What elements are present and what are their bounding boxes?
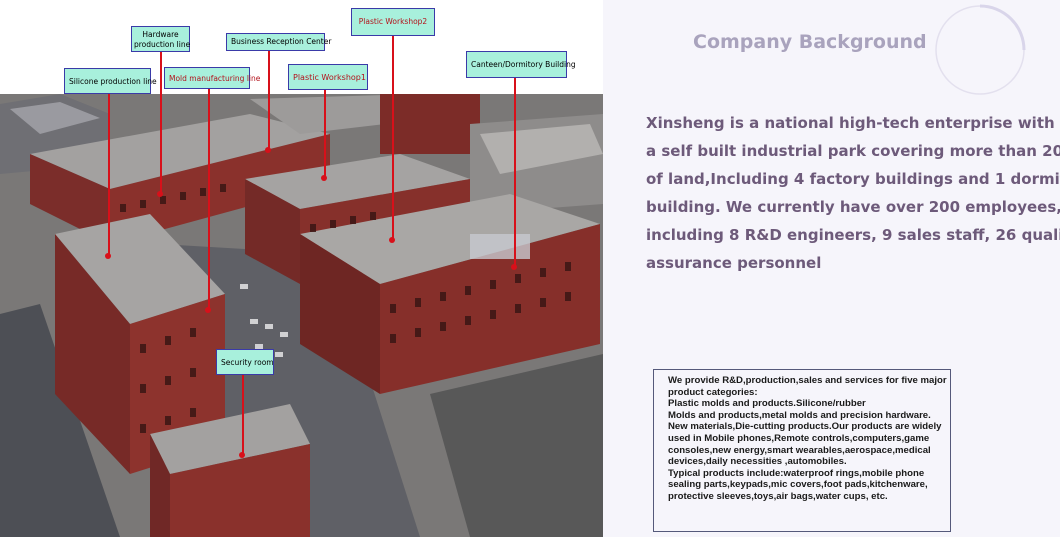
pointer-dot-canteen	[511, 264, 517, 270]
products-line: devices,daily necessities ,automobiles.	[668, 456, 847, 468]
factory-illustration	[0, 94, 603, 537]
pointer-line-mold	[208, 89, 210, 310]
pointer-line-plastic1	[324, 90, 326, 178]
label-hardware-line2: production line	[134, 40, 191, 49]
background-line: a self built industrial park covering mo…	[646, 142, 1060, 160]
label-business-reception-center: Business Reception Center	[226, 33, 331, 51]
label-plastic2-text: Plastic Workshop2	[358, 17, 428, 26]
pointer-dot-plastic1	[321, 175, 327, 181]
factory-aerial-photo	[0, 94, 603, 537]
background-line: building. We currently have over 200 emp…	[646, 198, 1060, 216]
label-business-text: Business Reception Center	[231, 37, 332, 46]
decorative-circle-icon	[935, 4, 1026, 95]
pointer-dot-silicone	[105, 253, 111, 259]
background-line: of land,Including 4 factory buildings an…	[646, 170, 1060, 188]
company-background-text: Xinsheng is a national high-tech enterpr…	[646, 109, 1060, 277]
label-silicone-text: Silicone production line	[69, 77, 157, 86]
label-plastic-workshop1: Plastic Workshop1	[288, 64, 368, 90]
pointer-dot-mold	[205, 307, 211, 313]
products-line: product categories:	[668, 386, 758, 398]
pointer-dot-business	[265, 147, 271, 153]
pointer-line-security	[242, 375, 244, 455]
background-line: Xinsheng is a national high-tech enterpr…	[646, 114, 1055, 132]
pointer-dot-hardware	[157, 191, 163, 197]
products-line: protective sleeves,toys,air bags,water c…	[668, 490, 888, 502]
products-line: Typical products include:waterproof ring…	[668, 467, 925, 479]
label-security-text: Security room	[221, 358, 274, 367]
label-security-room: Security room	[216, 349, 274, 375]
pointer-line-silicone	[108, 94, 110, 256]
page-title: Company Background	[693, 31, 927, 53]
label-silicone-production-line: Silicone production line	[64, 68, 157, 94]
products-line: used in Mobile phones,Remote controls,co…	[668, 432, 930, 444]
pointer-dot-plastic2	[389, 237, 395, 243]
pointer-line-hardware	[160, 52, 162, 194]
products-line: Plastic molds and products.Silicone/rubb…	[668, 398, 866, 410]
background-line: including 8 R&D engineers, 9 sales staff…	[646, 226, 1060, 244]
pointer-line-canteen	[514, 78, 516, 267]
label-hardware-line1: Hardware	[142, 30, 179, 39]
label-mold-text: Mold manufacturing line	[169, 74, 261, 83]
label-canteen-text: Canteen/Dormitory Building	[471, 60, 576, 69]
background-line: assurance personnel	[646, 254, 822, 272]
products-line: Molds and products,metal molds and preci…	[668, 409, 931, 421]
label-plastic1-text: Plastic Workshop1	[293, 73, 366, 82]
products-line: We provide R&D,production,sales and serv…	[668, 375, 947, 386]
pointer-line-business	[268, 51, 270, 150]
products-line: sealing parts,keypads,mic covers,foot pa…	[668, 479, 928, 491]
products-line: New materials,Die-cutting products.Our p…	[668, 421, 942, 433]
label-hardware-production-line: Hardware production line	[131, 26, 190, 52]
products-description-box: We provide R&D,production,sales and serv…	[653, 369, 951, 532]
label-plastic-workshop2: Plastic Workshop2	[351, 8, 435, 36]
label-mold-manufacturing-line: Mold manufacturing line	[164, 67, 260, 89]
pointer-dot-security	[239, 452, 245, 458]
pointer-line-plastic2	[392, 36, 394, 240]
label-canteen-dormitory: Canteen/Dormitory Building	[466, 51, 576, 78]
products-line: consoles,new energy,smart wearables,aero…	[668, 444, 931, 456]
